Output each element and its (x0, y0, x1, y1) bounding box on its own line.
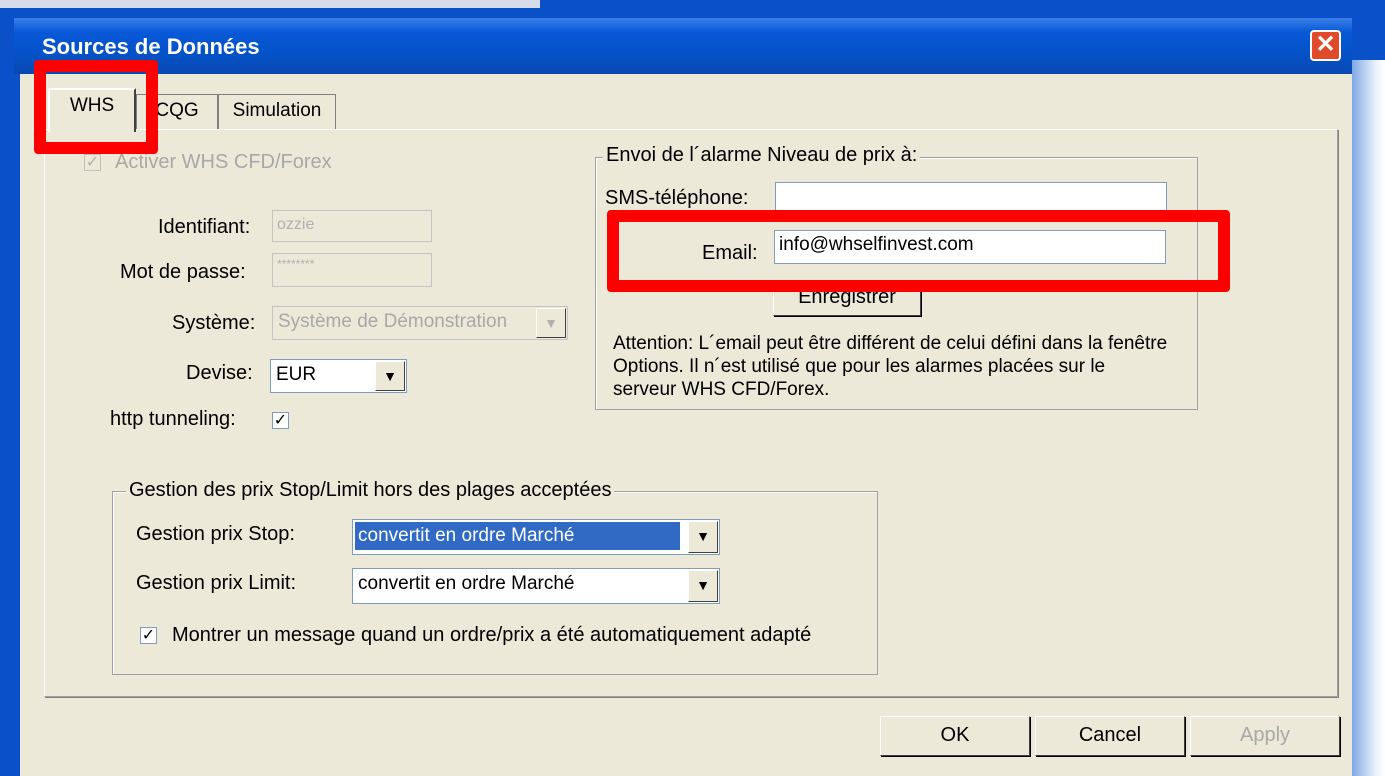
password-field[interactable]: ******** (272, 253, 432, 287)
chevron-down-icon[interactable]: ▼ (375, 361, 405, 391)
limit-label: Gestion prix Limit: (136, 572, 297, 594)
chevron-down-icon[interactable]: ▼ (688, 521, 718, 553)
devise-value: EUR (276, 364, 317, 385)
highlight-box-whs-tab (34, 60, 158, 154)
password-label: Mot de passe: (120, 261, 246, 283)
show-message-checkbox[interactable]: ✓ (140, 627, 157, 644)
ok-button[interactable]: OK (880, 716, 1030, 756)
frame-glare (0, 0, 540, 8)
systeme-label: Système: (172, 312, 256, 334)
devise-select[interactable]: EUR ▼ (270, 359, 407, 393)
devise-label: Devise: (186, 362, 253, 384)
systeme-select[interactable]: Système de Démonstration ▼ (272, 306, 568, 340)
chevron-down-icon[interactable]: ▼ (536, 308, 566, 338)
systeme-value: Système de Démonstration (278, 311, 508, 332)
close-icon[interactable]: ✕ (1310, 30, 1341, 61)
tab-simulation[interactable]: Simulation (218, 94, 336, 130)
stop-select[interactable]: convertit en ordre Marché ▼ (352, 519, 720, 555)
stop-label: Gestion prix Stop: (136, 523, 295, 545)
chevron-down-icon[interactable]: ▼ (688, 570, 718, 602)
http-tunneling-label: http tunneling: (110, 408, 236, 430)
cancel-button[interactable]: Cancel (1035, 716, 1185, 756)
stoplimit-group-title: Gestion des prix Stop/Limit hors des pla… (126, 479, 615, 502)
limit-select[interactable]: convertit en ordre Marché ▼ (352, 568, 720, 604)
activate-checkbox[interactable]: ✓ (84, 154, 101, 171)
frame-edge (1352, 60, 1385, 776)
http-tunneling-checkbox[interactable]: ✓ (272, 412, 289, 429)
alarm-group-title: Envoi de l´alarme Niveau de prix à: (603, 144, 921, 167)
alarm-note: Attention: L´email peut être différent d… (613, 333, 1168, 400)
activate-label: Activer WHS CFD/Forex (115, 151, 332, 173)
stop-value: convertit en ordre Marché (355, 522, 680, 550)
limit-value: convertit en ordre Marché (358, 573, 575, 594)
apply-button[interactable]: Apply (1190, 716, 1340, 756)
identifiant-label: Identifiant: (158, 216, 251, 238)
sms-label: SMS-téléphone: (605, 187, 749, 209)
window-title: Sources de Données (42, 34, 260, 59)
highlight-box-email (607, 210, 1230, 292)
show-message-label: Montrer un message quand un ordre/prix a… (172, 624, 812, 646)
identifiant-field[interactable]: ozzie (272, 210, 432, 242)
